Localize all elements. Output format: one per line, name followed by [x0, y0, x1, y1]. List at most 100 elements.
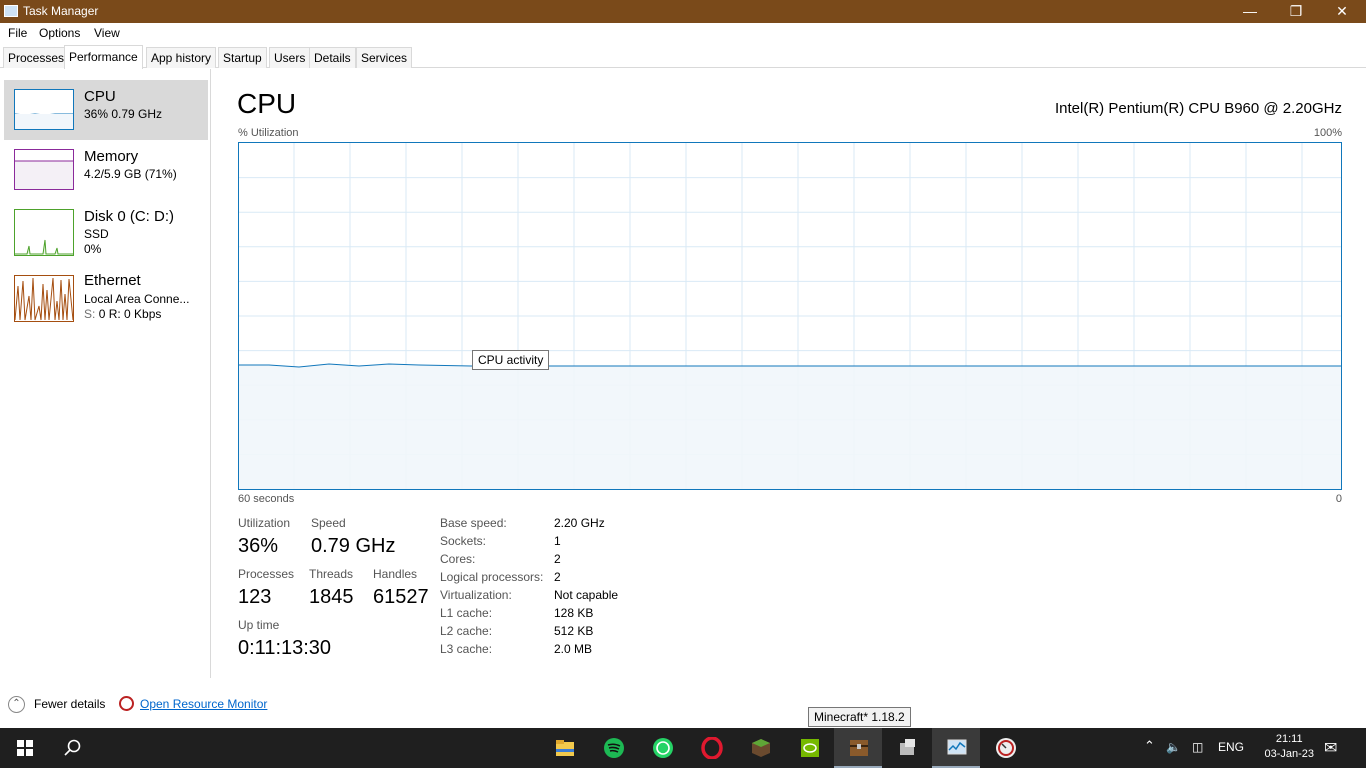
taskbar-minecraft[interactable] — [736, 728, 784, 768]
sidebar-ethernet-title: Ethernet — [84, 272, 141, 289]
sidebar-item-cpu[interactable]: CPU 36% 0.79 GHz — [4, 80, 208, 140]
graph-time-label: 60 seconds — [238, 493, 295, 505]
cpu-utilization-graph[interactable] — [238, 142, 1342, 490]
tab-details[interactable]: Details — [309, 47, 356, 68]
sidebar-item-ethernet[interactable]: Ethernet Local Area Conne... S: 0 R: 0 K… — [4, 266, 208, 326]
sidebar-memory-title: Memory — [84, 148, 139, 165]
task-manager-icon — [947, 739, 967, 755]
clock-app-icon — [996, 738, 1016, 758]
graph-svg — [239, 143, 1341, 489]
taskbar-clock-app[interactable] — [981, 728, 1029, 768]
menu-options[interactable]: Options — [39, 26, 80, 40]
system-clock[interactable]: 21:11 03-Jan-23 — [1264, 732, 1314, 762]
ethernet-send-label: S: — [84, 307, 96, 321]
taskbar-minecraft-launcher[interactable] — [834, 728, 882, 768]
tab-processes[interactable]: Processes — [3, 47, 70, 68]
clock-date: 03-Jan-23 — [1264, 748, 1314, 760]
fewer-details-button[interactable]: Fewer details — [34, 697, 105, 711]
spec-value-virtualization: Not capable — [554, 588, 619, 602]
spec-value-sockets: 1 — [554, 534, 561, 548]
sidebar-cpu-title: CPU — [84, 88, 116, 105]
menu-bar: File Options View — [0, 23, 1366, 43]
restore-button[interactable]: ❐ — [1273, 0, 1319, 23]
chevron-up-icon[interactable]: ⌃ — [1144, 738, 1155, 754]
utilization-value: 36% — [238, 535, 279, 557]
taskbar-file-explorer[interactable] — [540, 728, 588, 768]
clock-time: 21:11 — [1275, 733, 1303, 745]
speed-value: 0.79 GHz — [311, 535, 396, 557]
taskbar-app[interactable] — [883, 728, 931, 768]
spec-value-logical-processors: 2 — [554, 570, 561, 584]
open-resource-monitor-link[interactable]: Open Resource Monitor — [140, 697, 267, 711]
threads-label: Threads — [309, 567, 354, 581]
utilization-label: Utilization — [238, 516, 291, 530]
spec-value-base-speed: 2.20 GHz — [554, 516, 605, 530]
nvidia-icon — [801, 739, 819, 757]
tab-bar: Processes Performance App history Startu… — [0, 45, 1366, 69]
ethernet-thumbnail — [14, 275, 74, 322]
notification-icon[interactable]: ✉ — [1324, 738, 1337, 758]
ethernet-rate: 0 R: 0 Kbps — [98, 307, 162, 321]
spec-label-virtualization: Virtualization: — [440, 588, 512, 602]
taskbar-spotify[interactable] — [589, 728, 637, 768]
processes-value: 123 — [238, 586, 272, 608]
minecraft-launcher-icon — [850, 740, 868, 756]
taskbar-tooltip: Minecraft* 1.18.2 — [808, 707, 911, 727]
tab-performance[interactable]: Performance — [64, 45, 143, 69]
sidebar-disk-title: Disk 0 (C: D:) — [84, 208, 174, 225]
minimize-button[interactable]: — — [1227, 0, 1273, 23]
taskbar-opera[interactable] — [687, 728, 735, 768]
uptime-value: 0:11:13:30 — [238, 637, 332, 659]
tab-startup[interactable]: Startup — [218, 47, 267, 68]
search-button[interactable] — [48, 728, 96, 768]
spec-label-cores: Cores: — [440, 552, 476, 566]
speed-label: Speed — [311, 516, 346, 530]
task-manager-icon — [4, 5, 18, 17]
chevron-up-icon[interactable]: ⌃ — [8, 696, 25, 713]
spec-value-l3-cache: 2.0 MB — [554, 642, 593, 656]
disk-thumbnail — [14, 209, 74, 256]
menu-view[interactable]: View — [94, 26, 120, 40]
cpu-thumbnail — [14, 89, 74, 130]
spec-value-l1-cache: 128 KB — [554, 606, 594, 620]
threads-value: 1845 — [309, 586, 354, 608]
spec-label-l2-cache: L2 cache: — [440, 624, 493, 638]
window-title: Task Manager — [23, 4, 99, 18]
tab-users[interactable]: Users — [269, 47, 311, 68]
resource-monitor-icon — [119, 696, 134, 711]
memory-thumbnail — [14, 149, 74, 190]
page-title: CPU — [237, 88, 297, 119]
spec-value-l2-cache: 512 KB — [554, 624, 594, 638]
file-explorer-icon — [556, 740, 574, 756]
taskbar-nvidia[interactable] — [785, 728, 833, 768]
sidebar-cpu-sub: 36% 0.79 GHz — [84, 107, 163, 121]
graph-max-label: 100% — [1313, 127, 1342, 139]
app-icon — [900, 739, 915, 755]
spec-label-l3-cache: L3 cache: — [440, 642, 493, 656]
volume-icon[interactable]: 🔈 — [1166, 740, 1181, 754]
start-button[interactable] — [0, 728, 48, 768]
graph-utilization-label: % Utilization — [238, 127, 299, 139]
taskbar-task-manager[interactable] — [932, 728, 980, 768]
cpu-model: Intel(R) Pentium(R) CPU B960 @ 2.20GHz — [1055, 100, 1342, 117]
search-icon — [64, 739, 81, 756]
sidebar-ethernet-sub2: S: 0 R: 0 Kbps — [84, 307, 161, 321]
sidebar-item-memory[interactable]: Memory 4.2/5.9 GB (71%) — [4, 140, 208, 200]
whatsapp-icon — [653, 738, 673, 758]
taskbar-whatsapp[interactable] — [638, 728, 686, 768]
close-button[interactable]: ✕ — [1319, 0, 1365, 23]
title-bar: Task Manager — ❐ ✕ — [0, 0, 1366, 23]
spotify-icon — [604, 738, 624, 758]
handles-label: Handles — [373, 567, 418, 581]
tab-services[interactable]: Services — [356, 47, 413, 68]
footer: ⌃ Fewer details Open Resource Monitor — [0, 690, 1366, 718]
sidebar-item-disk[interactable]: Disk 0 (C: D:) SSD 0% — [4, 200, 208, 260]
opera-icon — [701, 737, 723, 759]
network-icon[interactable]: ◫ — [1192, 740, 1203, 754]
menu-file[interactable]: File — [8, 26, 27, 40]
handles-value: 61527 — [373, 586, 429, 608]
tab-app-history[interactable]: App history — [146, 47, 217, 68]
language-indicator[interactable]: ENG — [1218, 740, 1244, 754]
cpu-activity-tooltip: CPU activity — [472, 350, 550, 370]
uptime-label: Up time — [238, 618, 280, 632]
